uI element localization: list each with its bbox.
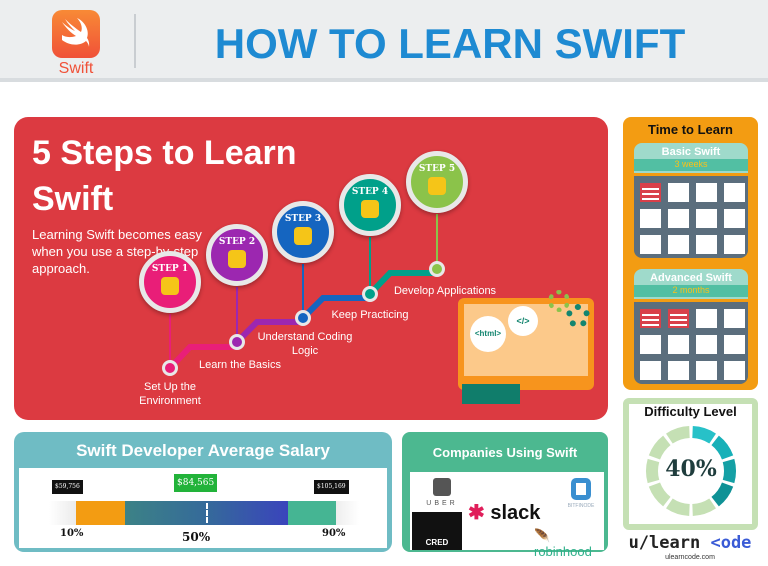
calendar-cell [696, 183, 717, 202]
calendar-cell [640, 209, 661, 228]
time-title: Time to Learn [647, 122, 733, 137]
calendar-cell [668, 209, 689, 228]
calendar-cell [724, 209, 745, 228]
calendar-cell [696, 209, 717, 228]
step-2-dot [229, 334, 245, 350]
calendar-cell [696, 361, 717, 380]
step-1-dot [162, 360, 178, 376]
uber-logo: UBER [426, 500, 458, 507]
step-4-label: Keep Practicing [331, 309, 409, 321]
calendar-cell [668, 335, 689, 354]
step-4-circle: STEP 4 [339, 174, 401, 236]
globe-gear-icon [428, 177, 446, 195]
cred-logo: CRED [412, 512, 462, 550]
donut-segment [692, 498, 716, 516]
card-duration: 3 weeks [634, 159, 748, 171]
difficulty-value: 40% [665, 456, 717, 482]
salary-panel: Swift Developer Average Salary $59,756 10… [14, 432, 392, 552]
difficulty-panel: Difficulty Level 40% [623, 398, 758, 530]
brand-url: ulearncode.com [665, 554, 715, 561]
companies-panel: Companies Using Swift UBER ✱ slack BITFI… [402, 432, 608, 559]
salary-bar-low [76, 501, 125, 525]
salary-title: Swift Developer Average Salary [76, 441, 330, 460]
brand-logo: u/learn <ode [628, 533, 752, 553]
calendar-cell [640, 335, 661, 354]
percentile-label: 90% [322, 528, 346, 539]
calendar-cell [696, 235, 717, 254]
robinhood-logo: 🪶robinhood [534, 528, 592, 559]
calendar-cell [724, 335, 745, 354]
difficulty-title: Difficulty Level [644, 404, 737, 419]
books-illustration [462, 384, 520, 404]
calendar-cell [696, 335, 717, 354]
gear-icon [566, 304, 590, 328]
salary-marker: $59,756 [52, 480, 83, 494]
calendar-cell [724, 309, 745, 328]
companies-title: Companies Using Swift [432, 445, 578, 460]
presentation-chart-icon [228, 250, 246, 268]
step-1-circle: STEP 1 [139, 251, 201, 313]
calendar-cell [668, 361, 689, 380]
donut-segment [648, 482, 671, 507]
code-bubble: </> [508, 306, 538, 336]
calendar-cell [640, 235, 661, 254]
calendar-grid [634, 302, 748, 384]
magnifier-code-icon [294, 227, 312, 245]
calendar-cell [724, 235, 745, 254]
salary-marker: $105,169 [314, 480, 349, 494]
step-3-circle: STEP 3 [272, 201, 334, 263]
calendar-cell [640, 361, 661, 380]
step-5-label: Develop Applications [393, 285, 497, 297]
step-3-dot [295, 310, 311, 326]
donut-segment [711, 482, 734, 507]
step-5-dot [429, 261, 445, 277]
card-duration: 2 months [634, 285, 748, 297]
step-2-label: Learn the Basics [199, 359, 281, 371]
calendar-cell [696, 309, 717, 328]
calendar-cell [724, 361, 745, 380]
step-5-circle: STEP 5 [406, 151, 468, 213]
step-1-label: Set Up the Environment [139, 381, 201, 407]
bitfinode-logo: BITFINODE [567, 503, 595, 509]
percentile-label: 10% [60, 528, 84, 539]
calendar-cell [640, 309, 661, 328]
calendar-cell [724, 183, 745, 202]
percentile-label: 50% [182, 530, 211, 544]
salary-bar-high [288, 501, 336, 525]
calendar-grid [634, 176, 748, 258]
slack-logo: ✱ slack [468, 502, 541, 524]
salary-marker: $84,565 [174, 474, 218, 492]
step-2-circle: STEP 2 [206, 224, 268, 286]
donut-segment [666, 498, 690, 516]
html-bubble: <html> [470, 316, 506, 352]
calendar-cell [668, 309, 689, 328]
donut-segment [666, 426, 690, 444]
donut-segment [692, 426, 716, 444]
notebook-icon [361, 200, 379, 218]
gear-icon [548, 290, 570, 312]
calendar-cell [668, 235, 689, 254]
calendar-cell [640, 183, 661, 202]
step-3-label: Understand Coding Logic [257, 331, 353, 357]
lightbulb-icon [161, 277, 179, 295]
calendar-cell [668, 183, 689, 202]
